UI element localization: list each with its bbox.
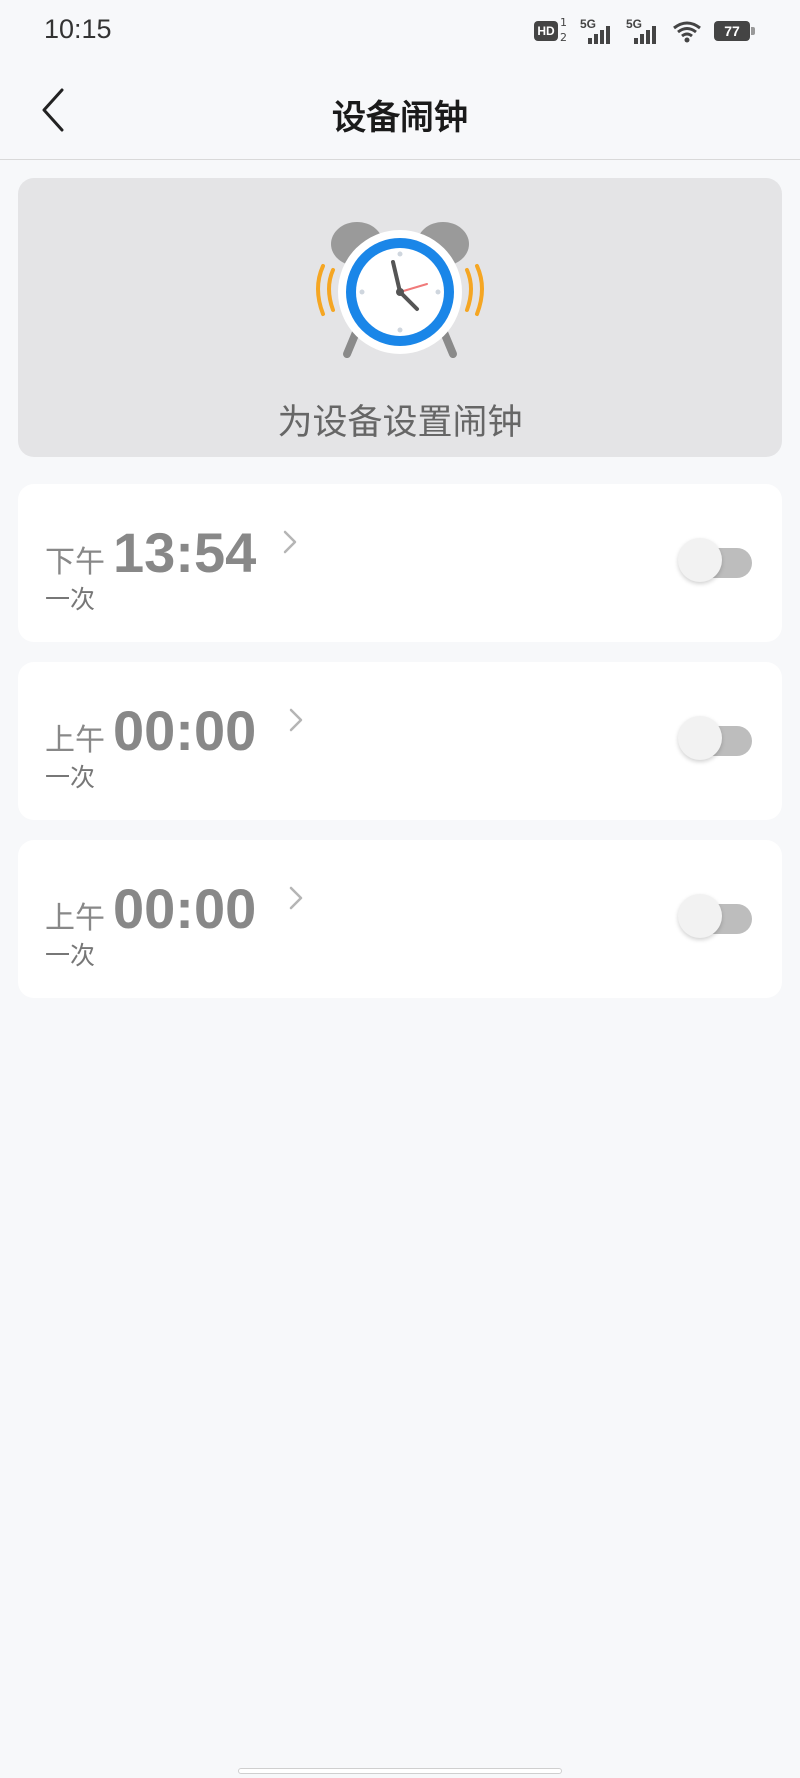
chevron-right-icon [289,886,303,910]
alarm-item[interactable]: 上午 00:00 一次 [18,662,782,820]
alarm-repeat: 一次 [45,763,96,792]
top-nav-bar: 设备闹钟 [0,62,800,160]
status-bar: 10:15 HD 1 2 5G 5G 77 [0,0,800,62]
alarm-clock-icon [316,222,484,358]
chevron-right-icon [289,708,303,732]
toggle-knob [678,716,722,760]
signal-5g-icon: 5G [580,17,614,45]
alarm-repeat: 一次 [45,585,96,614]
signal-5g-icon-2: 5G [626,17,660,45]
battery-icon: 77 [714,21,756,43]
wifi-icon [672,20,702,44]
toggle-knob [678,538,722,582]
hd-voice-icon: HD 1 2 [534,16,568,45]
alarm-toggle[interactable] [660,894,752,940]
hd-sub: 2 [560,31,567,44]
status-time: 10:15 [44,14,112,44]
alarm-period: 下午 [45,545,105,580]
alarm-period: 上午 [45,723,105,758]
toggle-knob [678,894,722,938]
alarm-period: 上午 [45,901,105,936]
alarm-time: 00:00 [113,699,257,762]
alarm-repeat: 一次 [45,941,96,970]
hd-label: HD [534,21,558,41]
banner-text: 为设备设置闹钟 [277,403,523,443]
alarm-toggle[interactable] [660,716,752,762]
alarm-time-group: 下午 13:54 [45,520,256,585]
alarm-item[interactable]: 上午 00:00 一次 [18,840,782,998]
alarm-item[interactable]: 下午 13:54 一次 [18,484,782,642]
alarm-time-group: 上午 00:00 [45,698,256,763]
alarm-time: 00:00 [113,877,257,940]
hd-sup: 1 [560,16,567,29]
home-indicator[interactable] [238,1768,562,1774]
set-alarm-banner[interactable]: 为设备设置闹钟 [18,178,782,457]
chevron-right-icon [283,530,297,554]
alarm-toggle[interactable] [660,538,752,584]
page-title: 设备闹钟 [332,98,468,138]
alarm-time-group: 上午 00:00 [45,876,256,941]
battery-level: 77 [714,21,750,41]
alarm-time: 13:54 [113,521,257,584]
status-icons: HD 1 2 5G 5G 77 [534,16,756,46]
